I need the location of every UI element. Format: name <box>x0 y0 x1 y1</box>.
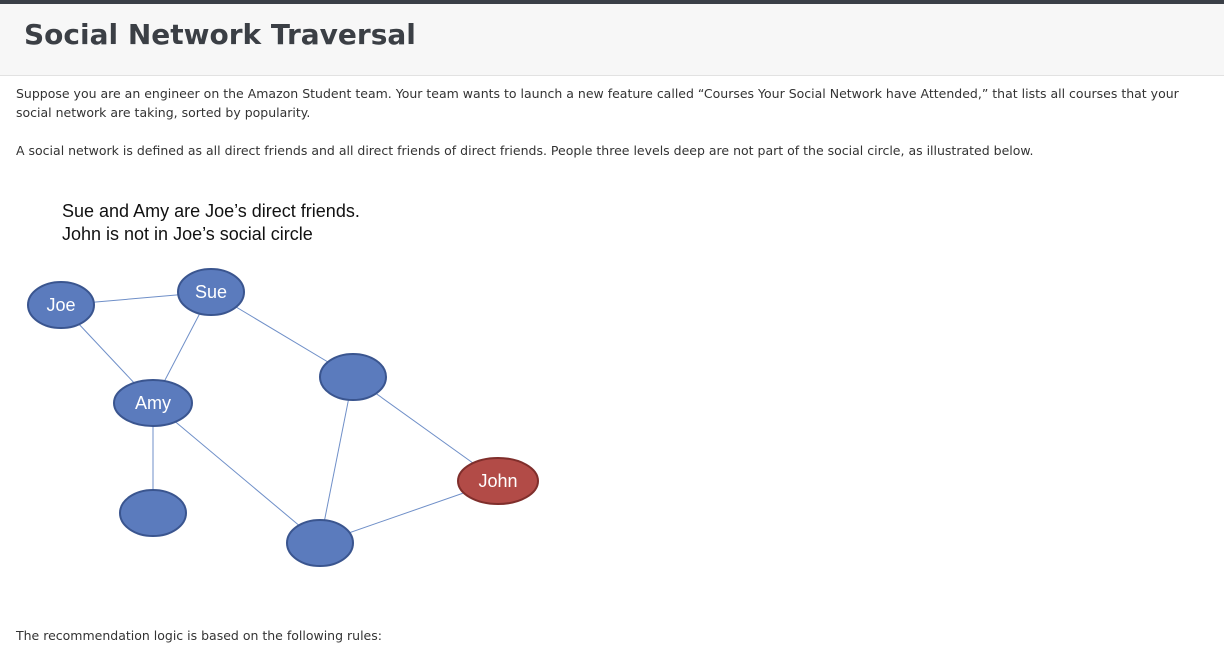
node-n6-shape <box>286 519 354 567</box>
node-sue-label: Sue <box>195 282 227 302</box>
node-joe: Joe <box>27 281 95 329</box>
page-title: Social Network Traversal <box>24 18 416 51</box>
intro-paragraph: Suppose you are an engineer on the Amazo… <box>16 86 1179 120</box>
node-n4 <box>319 353 387 401</box>
social-network-diagram: Joe Sue Amy John <box>27 268 539 567</box>
node-amy-label: Amy <box>135 393 171 413</box>
definition-paragraph: A social network is defined as all direc… <box>16 143 1034 158</box>
page-header: Social Network Traversal <box>0 4 1224 76</box>
diagram-nodes: Joe Sue Amy John <box>27 268 539 567</box>
node-sue: Sue <box>177 268 245 316</box>
node-n4-shape <box>319 353 387 401</box>
node-n5 <box>119 489 187 537</box>
node-n5-shape <box>119 489 187 537</box>
node-john-label: John <box>478 471 517 491</box>
node-joe-label: Joe <box>46 295 75 315</box>
rules-intro-paragraph: The recommendation logic is based on the… <box>16 628 382 643</box>
node-n6 <box>286 519 354 567</box>
edge-n4-n6 <box>319 376 354 544</box>
node-john: John <box>457 457 539 505</box>
node-amy: Amy <box>113 379 193 427</box>
